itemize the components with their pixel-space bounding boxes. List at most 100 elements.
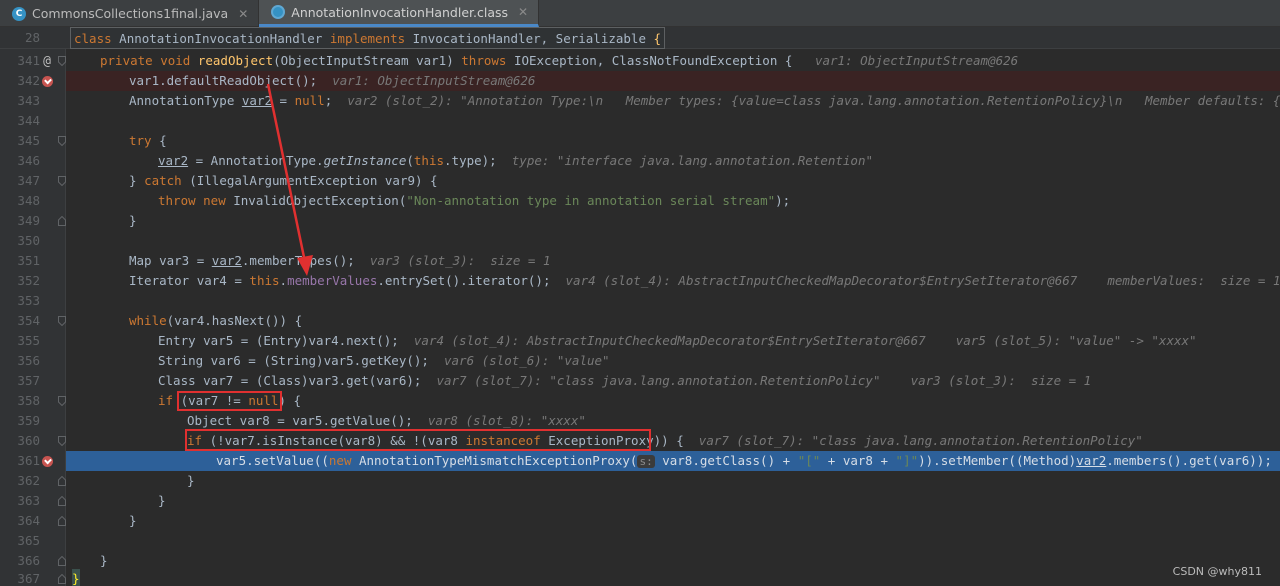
close-icon[interactable]: ✕ xyxy=(518,5,528,19)
debug-inline-value: var1: ObjectInputStream@626 xyxy=(814,53,1019,68)
code-line[interactable]: 345 try { xyxy=(0,131,1280,151)
code-line[interactable]: 366 } xyxy=(0,551,1280,571)
tab-commons-collections[interactable]: C CommonsCollections1final.java ✕ xyxy=(0,0,260,27)
code-line[interactable]: 347 } catch (IllegalArgumentException va… xyxy=(0,171,1280,191)
fold-icon[interactable] xyxy=(58,574,66,584)
breakpoint-icon[interactable] xyxy=(40,451,54,471)
code-fragment: = AnnotationType. xyxy=(188,153,324,168)
code-text[interactable]: } xyxy=(100,551,108,571)
fold-icon[interactable] xyxy=(58,176,66,186)
fold-icon[interactable] xyxy=(58,436,66,446)
code-line[interactable]: 355 Entry var5 = (Entry)var4.next(); var… xyxy=(0,331,1280,351)
code-line[interactable]: 361 var5.setValue((new AnnotationTypeMis… xyxy=(0,451,1280,471)
code-text[interactable]: Class var7 = (Class)var3.get(var6); var7… xyxy=(158,371,1091,391)
code-line[interactable]: 365 xyxy=(0,531,1280,551)
code-line[interactable]: 343 AnnotationType var2 = null; var2 (sl… xyxy=(0,91,1280,111)
fold-icon[interactable] xyxy=(58,476,66,486)
code-fragment: (var7 != xyxy=(173,393,249,408)
code-line[interactable]: 351 Map var3 = var2.memberTypes(); var3 … xyxy=(0,251,1280,271)
line-number: 341 xyxy=(17,53,40,68)
code-text[interactable]: Object var8 = var5.getValue(); var8 (slo… xyxy=(187,411,586,431)
code-line[interactable]: 346 var2 = AnnotationType.getInstance(th… xyxy=(0,151,1280,171)
code-line[interactable]: 341 @ private void readObject(ObjectInpu… xyxy=(0,51,1280,71)
class-declaration[interactable]: class AnnotationInvocationHandler implem… xyxy=(70,27,666,49)
code-line[interactable]: 356 String var6 = (String)var5.getKey();… xyxy=(0,351,1280,371)
fold-icon[interactable] xyxy=(58,56,66,66)
tab-annotation-invocation-handler[interactable]: AnnotationInvocationHandler.class ✕ xyxy=(259,0,540,27)
debug-inline-value: var7 (slot_7): "class java.lang.annotati… xyxy=(436,373,1092,388)
line-number: 364 xyxy=(17,513,40,528)
breakpoint-icon[interactable] xyxy=(40,71,54,91)
fold-icon[interactable] xyxy=(58,396,66,406)
code-fragment: } xyxy=(187,473,195,488)
code-line[interactable]: 352 Iterator var4 = this.memberValues.en… xyxy=(0,271,1280,291)
code-fragment: ( xyxy=(406,153,414,168)
code-fragment: AnnotationType xyxy=(129,93,242,108)
class-file-icon xyxy=(271,5,286,19)
code-line[interactable]: 354 while(var4.hasNext()) { xyxy=(0,311,1280,331)
code-fragment: (!var7.isInstance(var8) && !(var8 xyxy=(202,433,466,448)
code-text[interactable]: throw new InvalidObjectException("Non-an… xyxy=(158,191,790,211)
code-line[interactable]: 344 xyxy=(0,111,1280,131)
code-text[interactable]: while(var4.hasNext()) { xyxy=(129,311,302,331)
code-text[interactable]: AnnotationType var2 = null; var2 (slot_2… xyxy=(129,91,1280,111)
code-text[interactable]: Entry var5 = (Entry)var4.next(); var4 (s… xyxy=(158,331,1197,351)
line-number: 344 xyxy=(17,113,40,128)
sticky-class-header[interactable]: 28 class AnnotationInvocationHandler imp… xyxy=(0,27,1280,49)
code-text[interactable]: if (var7 != null) { xyxy=(158,391,301,411)
code-text[interactable]: var1.defaultReadObject(); var1: ObjectIn… xyxy=(129,71,535,91)
code-text[interactable]: private void readObject(ObjectInputStrea… xyxy=(100,51,1018,71)
code-line[interactable]: 363 } xyxy=(0,491,1280,511)
code-text[interactable]: } xyxy=(72,569,80,586)
variable: var2 xyxy=(158,153,189,168)
line-number: 354 xyxy=(17,313,40,328)
code-fragment: .type); xyxy=(444,153,497,168)
code-line[interactable]: 357 Class var7 = (Class)var3.get(var6); … xyxy=(0,371,1280,391)
code-line[interactable]: 349 } xyxy=(0,211,1280,231)
code-text[interactable]: var2 = AnnotationType.getInstance(this.t… xyxy=(158,151,873,171)
code-line[interactable]: 360 if (!var7.isInstance(var8) && !(var8… xyxy=(0,431,1280,451)
code-line[interactable]: 367 } xyxy=(0,569,1280,586)
line-number: 348 xyxy=(17,193,40,208)
code-line[interactable]: 364 } xyxy=(0,511,1280,531)
variable: var2 xyxy=(211,253,242,268)
code-fragment: Entry var5 = (Entry)var4.next(); xyxy=(158,333,399,348)
code-fragment: .memberTypes(); xyxy=(241,253,355,268)
fold-icon[interactable] xyxy=(58,556,66,566)
keyword: class xyxy=(74,31,112,46)
keyword: if xyxy=(158,393,174,408)
code-text[interactable]: var5.setValue((new AnnotationTypeMismatc… xyxy=(216,451,1280,472)
code-text[interactable]: String var6 = (String)var5.getKey(); var… xyxy=(158,351,610,371)
watermark: CSDN @why811 xyxy=(1172,565,1262,578)
code-line[interactable]: 348 throw new InvalidObjectException("No… xyxy=(0,191,1280,211)
fold-icon[interactable] xyxy=(58,136,66,146)
fold-icon[interactable] xyxy=(58,216,66,226)
code-text[interactable]: } xyxy=(187,471,195,491)
string-literal: "Non-annotation type in annotation seria… xyxy=(406,193,776,208)
line-number: 362 xyxy=(17,473,40,488)
code-text[interactable]: } xyxy=(158,491,166,511)
code-line[interactable]: 362 } xyxy=(0,471,1280,491)
code-fragment: )).setMember((Method) xyxy=(918,453,1077,468)
fold-icon[interactable] xyxy=(58,516,66,526)
code-line[interactable]: 359 Object var8 = var5.getValue(); var8 … xyxy=(0,411,1280,431)
tab-label: AnnotationInvocationHandler.class xyxy=(291,4,509,20)
code-text[interactable]: if (!var7.isInstance(var8) && !(var8 ins… xyxy=(187,431,1143,451)
code-line[interactable]: 342 var1.defaultReadObject(); var1: Obje… xyxy=(0,71,1280,91)
code-text[interactable]: } xyxy=(129,211,137,231)
code-line[interactable]: 358 if (var7 != null) { xyxy=(0,391,1280,411)
code-fragment: Map var3 = xyxy=(129,253,212,268)
fold-icon[interactable] xyxy=(58,496,66,506)
code-fragment: .entrySet().iterator(); xyxy=(377,273,551,288)
code-text[interactable]: } xyxy=(129,511,137,531)
code-fragment: } xyxy=(100,553,108,568)
code-text[interactable]: Iterator var4 = this.memberValues.entryS… xyxy=(129,271,1280,291)
code-text[interactable]: try { xyxy=(129,131,167,151)
code-line[interactable]: 350 xyxy=(0,231,1280,251)
code-text[interactable]: Map var3 = var2.memberTypes(); var3 (slo… xyxy=(129,251,550,271)
fold-icon[interactable] xyxy=(58,316,66,326)
code-text[interactable]: } catch (IllegalArgumentException var9) … xyxy=(129,171,438,191)
code-line[interactable]: 353 xyxy=(0,291,1280,311)
close-icon[interactable]: ✕ xyxy=(238,7,248,21)
override-at-icon[interactable]: @ xyxy=(40,51,54,71)
